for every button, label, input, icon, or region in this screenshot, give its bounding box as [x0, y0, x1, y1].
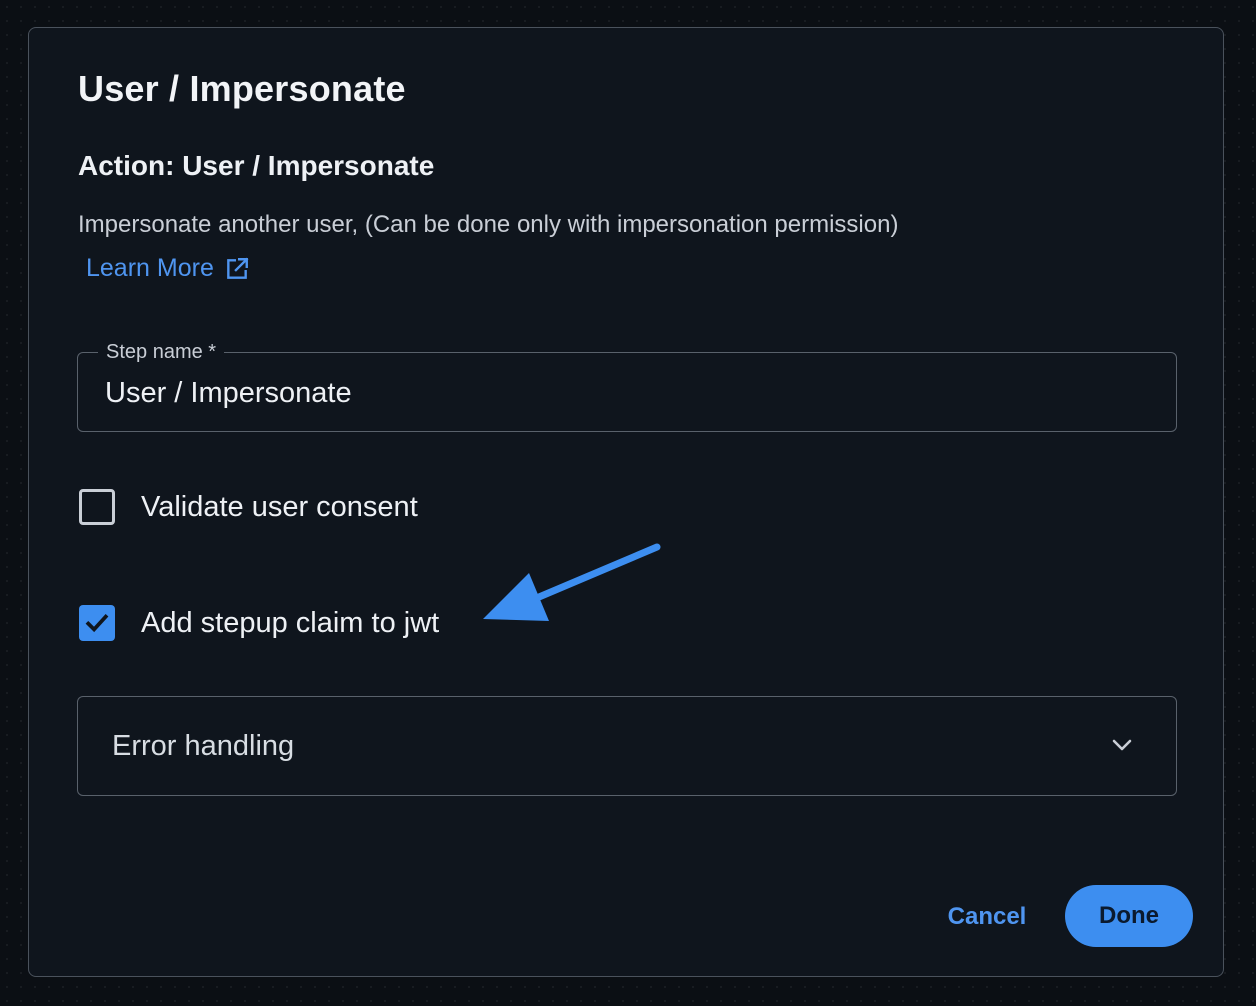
action-description: Impersonate another user, (Can be done o… [78, 211, 899, 238]
action-title: Action: User / Impersonate [78, 150, 435, 181]
error-handling-accordion[interactable]: Error handling [77, 696, 1177, 796]
step-name-field: Step name * [77, 339, 1177, 432]
impersonate-dialog: User / Impersonate Action: User / Impers… [28, 27, 1224, 977]
stepup-claim-option[interactable]: Add stepup claim to jwt [79, 605, 439, 641]
step-name-label: Step name * [98, 339, 225, 365]
step-name-input[interactable] [105, 375, 1145, 411]
arrow-pointer-icon [483, 543, 661, 621]
cancel-button[interactable]: Cancel [937, 894, 1037, 940]
dialog-title: User / Impersonate [78, 68, 406, 109]
done-button[interactable]: Done [1065, 885, 1193, 947]
learn-more-link[interactable]: Learn More [86, 254, 250, 283]
stepup-claim-label: Add stepup claim to jwt [141, 606, 440, 639]
validate-consent-label: Validate user consent [141, 490, 418, 523]
learn-more-label: Learn More [86, 254, 214, 282]
external-link-icon [224, 256, 250, 282]
stepup-claim-checkbox[interactable] [79, 605, 115, 641]
validate-consent-option[interactable]: Validate user consent [79, 489, 418, 525]
validate-consent-checkbox[interactable] [79, 489, 115, 525]
error-handling-label: Error handling [112, 730, 295, 762]
check-icon [85, 613, 109, 633]
chevron-down-icon [1112, 739, 1132, 751]
